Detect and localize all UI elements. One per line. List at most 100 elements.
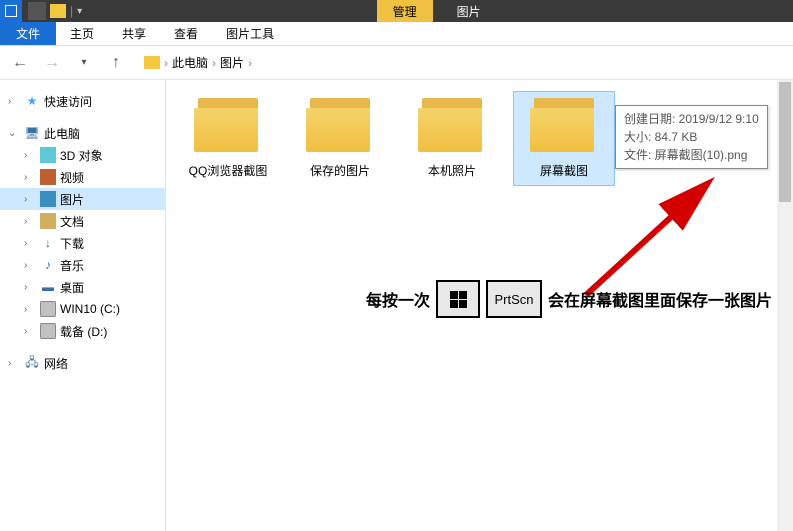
quick-access-toolbar: | ▾ <box>22 2 88 20</box>
instruction-text-after: 会在屏幕截图里面保存一张图片 <box>548 287 772 311</box>
pc-icon: 🖥 <box>24 125 40 141</box>
qat-item[interactable] <box>28 2 46 20</box>
chevron-right-icon[interactable]: › <box>24 282 36 293</box>
pictures-icon <box>40 191 56 207</box>
tooltip-size: 大小: 84.7 KB <box>624 128 759 146</box>
sidebar-item-pictures[interactable]: › 图片 <box>0 188 165 210</box>
folder-camera-roll[interactable]: 本机照片 <box>402 92 502 185</box>
breadcrumb-pc[interactable]: 此电脑 <box>172 54 208 71</box>
sidebar-item-label: 网络 <box>44 355 68 372</box>
prtscn-key: PrtScn <box>486 280 542 318</box>
star-icon: ★ <box>24 93 40 109</box>
file-menu[interactable]: 文件 <box>0 22 56 45</box>
titlebar: | ▾ 管理 图片 <box>0 0 793 22</box>
download-icon: ↓ <box>40 235 56 251</box>
sidebar-item-label: 载备 (D:) <box>60 323 107 340</box>
network-icon: 🖧 <box>24 355 40 371</box>
folder-qq-screenshots[interactable]: QQ浏览器截图 <box>178 92 278 185</box>
sidebar-item-drive-d[interactable]: › 载备 (D:) <box>0 320 165 342</box>
instruction-text-before: 每按一次 <box>366 287 430 311</box>
sidebar-item-label: 文档 <box>60 213 84 230</box>
breadcrumb-pictures[interactable]: 图片 <box>220 54 244 71</box>
folder-icon <box>418 98 486 152</box>
folder-icon <box>144 56 160 69</box>
breadcrumb-sep: › <box>212 56 216 70</box>
sidebar-item-label: 桌面 <box>60 279 84 296</box>
chevron-right-icon[interactable]: › <box>8 96 20 107</box>
scrollbar-thumb[interactable] <box>779 82 791 202</box>
folder-screenshots[interactable]: 屏幕截图 <box>514 92 614 185</box>
chevron-right-icon[interactable]: › <box>24 304 36 315</box>
up-button[interactable]: ↑ <box>104 51 128 75</box>
drive-icon <box>40 323 56 339</box>
window-context-title: 图片 <box>433 3 505 20</box>
music-icon: ♪ <box>40 257 56 273</box>
video-icon <box>40 169 56 185</box>
windows-logo-icon <box>450 291 467 308</box>
folder-icon[interactable] <box>50 4 66 18</box>
breadcrumb-sep: › <box>164 56 168 70</box>
chevron-right-icon[interactable]: › <box>8 358 20 369</box>
chevron-right-icon[interactable]: › <box>24 238 36 249</box>
tab-home[interactable]: 主页 <box>56 22 108 45</box>
tooltip-created: 创建日期: 2019/9/12 9:10 <box>624 110 759 128</box>
ribbon-tabs: 文件 主页 共享 查看 图片工具 <box>0 22 793 46</box>
breadcrumb[interactable]: › 此电脑 › 图片 › <box>136 54 260 71</box>
chevron-right-icon[interactable]: › <box>24 260 36 271</box>
folder-icon <box>530 98 598 152</box>
forward-button[interactable]: → <box>40 51 64 75</box>
sidebar-item-label: 快速访问 <box>44 93 92 110</box>
folder-icon <box>306 98 374 152</box>
tab-view[interactable]: 查看 <box>160 22 212 45</box>
sidebar-item-network[interactable]: › 🖧 网络 <box>0 352 165 374</box>
sidebar-item-quick-access[interactable]: › ★ 快速访问 <box>0 90 165 112</box>
folder-label: 本机照片 <box>402 162 502 179</box>
recent-dropdown-icon[interactable]: ▾ <box>72 51 96 75</box>
sidebar-item-music[interactable]: › ♪ 音乐 <box>0 254 165 276</box>
ribbon-contextual-tab[interactable]: 管理 <box>377 0 433 22</box>
vertical-scrollbar[interactable] <box>777 80 793 531</box>
chevron-right-icon[interactable]: › <box>24 172 36 183</box>
chevron-down-icon[interactable]: ⌄ <box>8 128 20 139</box>
qat-dropdown-icon[interactable]: ▾ <box>77 6 82 17</box>
navigation-pane: › ★ 快速访问 ⌄ 🖥 此电脑 › 3D 对象 › 视频 › 图片 › 文 <box>0 80 166 531</box>
3d-icon <box>40 147 56 163</box>
windows-key <box>436 280 480 318</box>
chevron-right-icon[interactable]: › <box>24 150 36 161</box>
sidebar-item-3d-objects[interactable]: › 3D 对象 <box>0 144 165 166</box>
sidebar-item-label: 视频 <box>60 169 84 186</box>
navigation-bar: ← → ▾ ↑ › 此电脑 › 图片 › <box>0 46 793 80</box>
drive-icon <box>40 301 56 317</box>
breadcrumb-sep: › <box>248 56 252 70</box>
folder-label: 屏幕截图 <box>514 162 614 179</box>
sidebar-item-drive-c[interactable]: › WIN10 (C:) <box>0 298 165 320</box>
tooltip-files: 文件: 屏幕截图(10).png <box>624 146 759 164</box>
qat-separator: | <box>70 4 73 18</box>
sidebar-item-label: WIN10 (C:) <box>60 302 120 316</box>
desktop-icon: ▬ <box>40 279 56 295</box>
sidebar-item-label: 下载 <box>60 235 84 252</box>
folder-icon <box>194 98 262 152</box>
sidebar-item-downloads[interactable]: › ↓ 下载 <box>0 232 165 254</box>
chevron-right-icon[interactable]: › <box>24 194 36 205</box>
sidebar-item-label: 3D 对象 <box>60 147 103 164</box>
sidebar-item-this-pc[interactable]: ⌄ 🖥 此电脑 <box>0 122 165 144</box>
folder-label: QQ浏览器截图 <box>178 162 278 179</box>
folder-saved-pictures[interactable]: 保存的图片 <box>290 92 390 185</box>
documents-icon <box>40 213 56 229</box>
sidebar-item-videos[interactable]: › 视频 <box>0 166 165 188</box>
folder-tooltip: 创建日期: 2019/9/12 9:10 大小: 84.7 KB 文件: 屏幕截… <box>615 105 768 169</box>
sidebar-item-label: 音乐 <box>60 257 84 274</box>
tab-picture-tools[interactable]: 图片工具 <box>212 22 288 45</box>
app-icon <box>0 0 22 22</box>
sidebar-item-label: 图片 <box>60 191 84 208</box>
back-button[interactable]: ← <box>8 51 32 75</box>
folder-label: 保存的图片 <box>290 162 390 179</box>
sidebar-item-documents[interactable]: › 文档 <box>0 210 165 232</box>
sidebar-item-label: 此电脑 <box>44 125 80 142</box>
chevron-right-icon[interactable]: › <box>24 216 36 227</box>
tab-share[interactable]: 共享 <box>108 22 160 45</box>
chevron-right-icon[interactable]: › <box>24 326 36 337</box>
instruction-annotation: 每按一次 PrtScn 会在屏幕截图里面保存一张图片 <box>366 280 772 318</box>
sidebar-item-desktop[interactable]: › ▬ 桌面 <box>0 276 165 298</box>
